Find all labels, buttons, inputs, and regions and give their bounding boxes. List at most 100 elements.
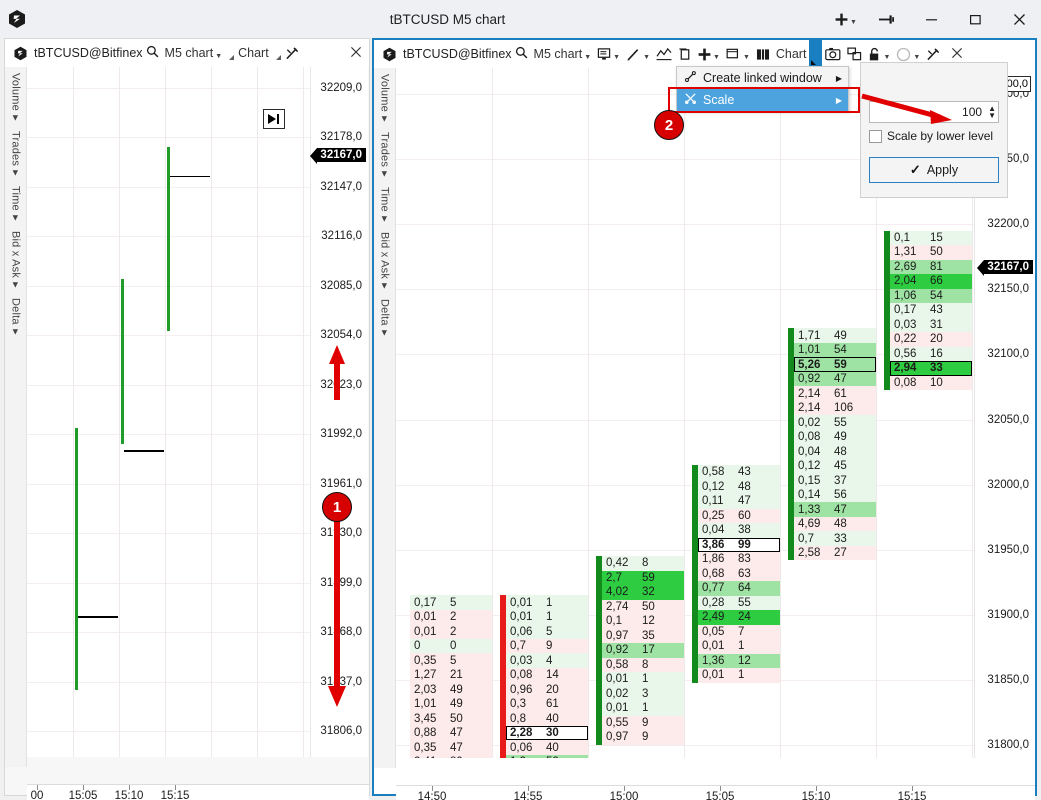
cluster-cell: 0,06 5 — [506, 624, 588, 639]
cell-volume: 0,01 — [414, 625, 437, 638]
right-time-axis[interactable]: 14:50 14:55 15:00 15:05 15:10 15:15 — [396, 785, 1035, 800]
gridline-horizontal — [396, 484, 974, 486]
cluster-cell: 0,04 48 — [794, 444, 876, 459]
cell-volume: 1,06 — [894, 289, 917, 302]
stepper-arrows[interactable]: ▲ ▼ — [988, 105, 996, 120]
pin-window-button[interactable] — [865, 0, 909, 38]
cluster-cell: 0,7 33 — [794, 531, 876, 546]
columns-icon[interactable] — [753, 42, 773, 66]
cell-volume: 0,22 — [894, 333, 917, 346]
price-tick-label: 31806,0 — [320, 725, 362, 738]
spinner-down-icon[interactable]: ▼ — [988, 112, 996, 120]
rail-label-delta[interactable]: Delta — [10, 298, 22, 325]
timeframe-label: M5 chart — [164, 46, 214, 60]
price-tick-label: 32023,0 — [320, 378, 362, 391]
left-chart-panel: tBTCUSD@Bitfinex M5 chart ▼ Chart Volume… — [4, 38, 370, 800]
rail-label-trades[interactable]: Trades — [10, 131, 22, 166]
rail-label-bid-ask[interactable]: Bid x Ask — [10, 231, 22, 278]
scale-value: 100 — [962, 105, 983, 119]
cluster-cell: 0,96 20 — [506, 682, 588, 697]
chart-type-label[interactable]: Chart — [773, 42, 810, 66]
left-time-axis[interactable]: 00 15:05 15:10 15:15 — [27, 784, 369, 800]
menu-item-scale[interactable]: Scale ▶ — [677, 89, 848, 111]
cell-count: 47 — [738, 495, 751, 508]
gridline-horizontal — [27, 483, 310, 485]
panel-active-notch[interactable] — [809, 40, 823, 68]
symbol-selector[interactable]: tBTCUSD@Bitfinex — [400, 42, 531, 66]
cell-volume: 1,86 — [702, 553, 725, 566]
cell-volume: 0,01 — [702, 669, 725, 682]
cell-volume: 0,15 — [798, 474, 821, 487]
gridline-vertical — [684, 68, 685, 758]
cell-volume: 0,01 — [606, 702, 629, 715]
magic-wand-icon[interactable] — [282, 41, 303, 65]
cell-count: 20 — [546, 683, 559, 696]
add-object-icon[interactable]: ▼ — [695, 42, 723, 66]
search-icon[interactable] — [515, 46, 528, 62]
cell-volume: 0,55 — [606, 716, 629, 729]
maximize-button[interactable] — [953, 0, 997, 38]
rail-label-time[interactable]: Time — [10, 186, 22, 211]
price-tick-label: 31800,0 — [987, 739, 1029, 751]
price-tick-label: 31850,0 — [987, 673, 1029, 686]
timeframe-selector[interactable]: M5 chart ▼ — [162, 41, 226, 65]
rail-label-bid-ask[interactable]: Bid x Ask — [379, 232, 391, 279]
close-tab-icon[interactable] — [944, 46, 970, 62]
cluster-cell: 0,58 8 — [602, 657, 684, 673]
menu-item-create-linked-window[interactable]: Create linked window ▶ — [677, 67, 848, 89]
chart-type-label[interactable]: Chart — [235, 41, 272, 65]
add-window-button[interactable]: ▼ — [827, 0, 865, 38]
jump-to-last-button[interactable] — [263, 109, 285, 129]
close-button[interactable] — [997, 0, 1041, 38]
close-tab-icon[interactable] — [343, 45, 369, 61]
annotation-badge-2: 2 — [654, 110, 684, 140]
monitor-icon[interactable]: ▼ — [594, 42, 623, 66]
rail-label-volume[interactable]: Volume — [10, 73, 22, 111]
left-plot-area[interactable] — [27, 67, 310, 757]
cluster-column-2: 0,01 1 0,01 1 0,06 5 0,7 9 0,03 4 0,08 14 0,96 20 0,3 6… — [500, 595, 588, 758]
cell-volume: 0,8 — [510, 712, 526, 725]
rail-label-delta[interactable]: Delta — [379, 299, 391, 326]
cluster-cell: 0,04 38 — [698, 523, 780, 538]
scale-by-lower-level-row[interactable]: Scale by lower level — [869, 129, 999, 143]
cell-volume: 0,02 — [798, 416, 821, 429]
cluster-cell: 4,69 48 — [794, 516, 876, 532]
apply-button[interactable]: ✓ Apply — [869, 157, 999, 183]
search-icon[interactable] — [146, 45, 159, 61]
cell-count: 10 — [930, 376, 943, 389]
submenu-arrow-icon: ▶ — [835, 95, 842, 105]
order-icon[interactable] — [675, 42, 695, 66]
pencil-icon[interactable]: ▼ — [623, 42, 653, 66]
symbol-selector[interactable]: tBTCUSD@Bitfinex — [31, 41, 162, 65]
price-tick-label: 31961,0 — [320, 477, 362, 490]
camera-icon[interactable] — [822, 42, 844, 66]
cell-volume: 0,06 — [510, 741, 533, 754]
rail-label-time[interactable]: Time — [379, 187, 391, 212]
cluster-cell: 2,4180 — [410, 754, 492, 758]
gridline-horizontal — [27, 632, 310, 634]
rail-label-trades[interactable]: Trades — [379, 132, 391, 167]
scale-value-stepper[interactable]: 100 ▲ ▼ — [869, 101, 999, 123]
chevron-down-icon: ▼ — [883, 53, 891, 61]
scale-by-lower-level-checkbox[interactable] — [869, 129, 882, 143]
cluster-cell: 0,8 40 — [506, 711, 588, 726]
rail-label-volume[interactable]: Volume — [379, 74, 391, 112]
cluster-cell: 1,06 54 — [890, 288, 972, 304]
chevron-icon: ▶ — [380, 216, 388, 222]
cluster-cell: 0,88 47 — [410, 725, 492, 741]
cell-volume: 0,01 — [510, 611, 533, 624]
window-icon[interactable]: ▼ — [723, 42, 753, 66]
cell-count: 40 — [546, 712, 559, 725]
time-tick-label: 00 — [30, 790, 44, 800]
left-price-axis[interactable]: 32209,0 32178,0 32147,0 32116,0 32085,0 32054… — [310, 67, 368, 757]
cell-volume: 0,92 — [606, 644, 629, 657]
chart-options-notch[interactable] — [272, 44, 282, 62]
minimize-button[interactable] — [909, 0, 953, 38]
panel-resize-notch[interactable] — [225, 44, 235, 62]
cell-count: 47 — [834, 373, 847, 386]
cell-count: 14 — [546, 669, 559, 682]
indicator-icon[interactable] — [653, 42, 675, 66]
timeframe-selector[interactable]: M5 chart ▼ — [531, 42, 595, 66]
cell-volume: 0,77 — [702, 582, 725, 595]
close-tick — [124, 450, 164, 452]
